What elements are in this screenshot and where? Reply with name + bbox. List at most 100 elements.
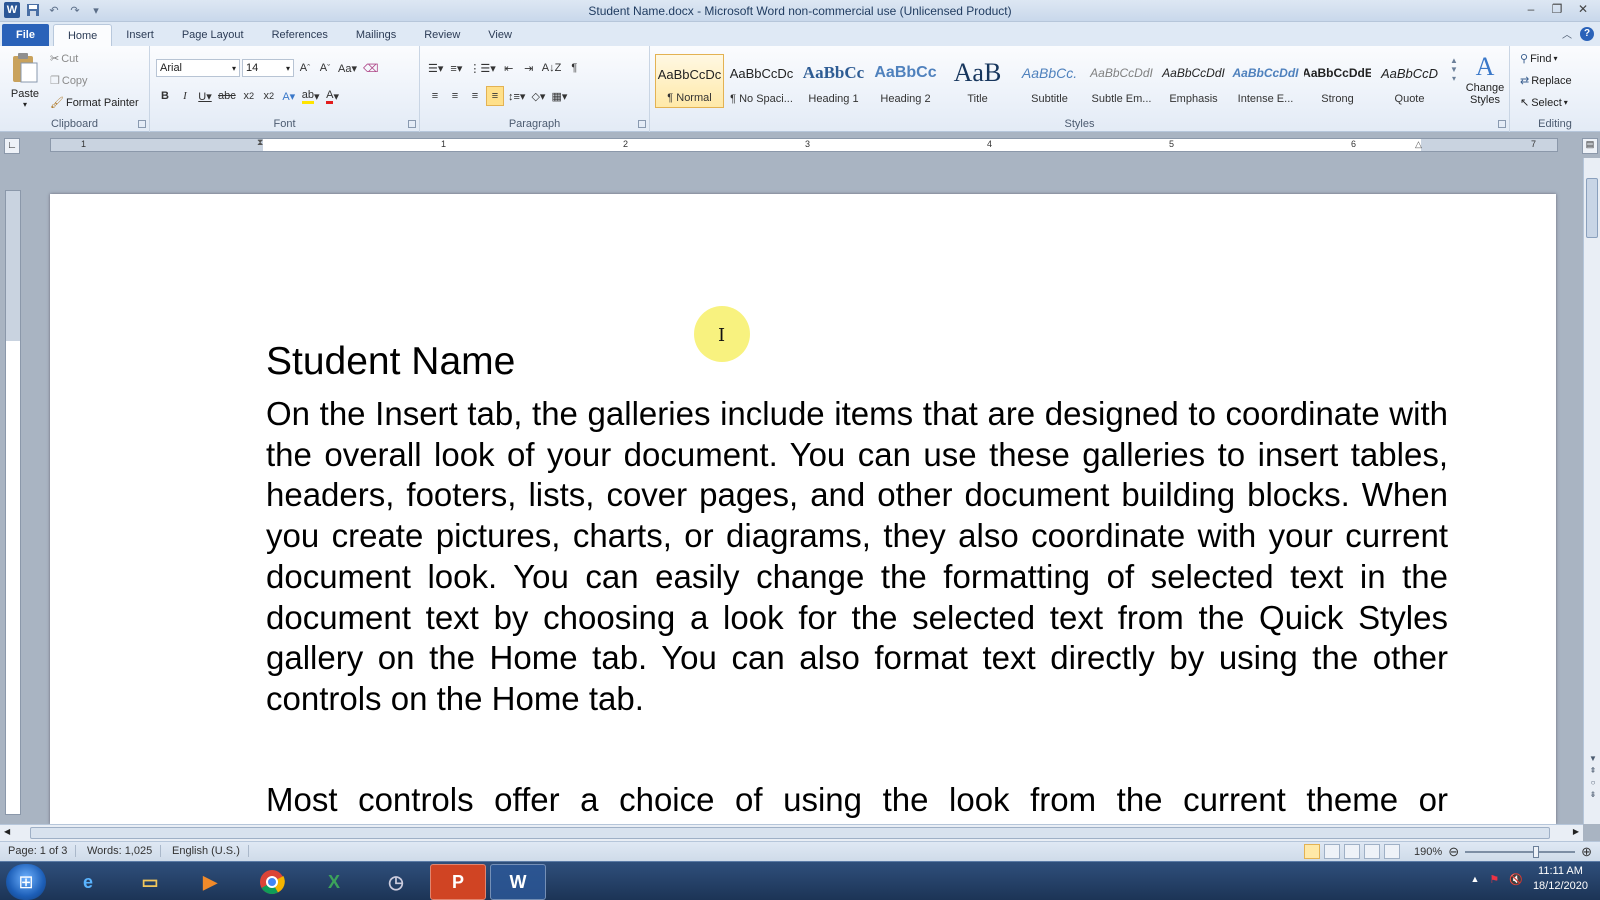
tab-mailings[interactable]: Mailings (342, 24, 410, 46)
print-layout-icon[interactable] (1304, 844, 1320, 859)
document-heading[interactable]: Student Name (266, 340, 515, 384)
horizontal-scroll-thumb[interactable] (30, 827, 1550, 839)
dialog-launcher-icon[interactable] (1498, 120, 1506, 128)
format-painter-button[interactable]: 🖌 Format Painter (50, 96, 139, 110)
grow-font-icon[interactable]: Aˆ (296, 58, 314, 78)
dialog-launcher-icon[interactable] (138, 120, 146, 128)
style-quote[interactable]: AaBbCcD Quote (1375, 54, 1444, 108)
style-subtle-emphasis[interactable]: AaBbCcDdI Subtle Em... (1087, 54, 1156, 108)
font-size-combo[interactable]: 14 ▾ (242, 59, 294, 77)
multilevel-list-icon[interactable]: ⋮☰▾ (467, 58, 497, 78)
align-center-icon[interactable]: ≡ (446, 86, 464, 106)
align-left-icon[interactable]: ≡ (426, 86, 444, 106)
find-button[interactable]: ⚲ Find ▾ (1520, 52, 1557, 66)
powerpoint-icon[interactable]: P (430, 864, 486, 900)
clock[interactable]: 11:11 AM 18/12/2020 (1533, 864, 1588, 894)
tab-page-layout[interactable]: Page Layout (168, 24, 258, 46)
draft-view-icon[interactable] (1384, 844, 1400, 859)
more-styles-icon[interactable]: ▾ (1452, 74, 1456, 83)
document-paragraph[interactable]: Most controls offer a choice of using th… (266, 780, 1448, 821)
indent-marker-icon[interactable]: ⧗ (257, 137, 263, 148)
clear-formatting-icon[interactable]: ⌫ (361, 58, 381, 78)
justify-icon[interactable]: ≡ (486, 86, 504, 106)
select-button[interactable]: ↖ Select ▾ (1520, 96, 1568, 110)
zoom-level[interactable]: 190% (1414, 846, 1442, 858)
horizontal-ruler[interactable]: 1 1 2 3 4 5 6 7 ⧗ △ (50, 137, 1558, 152)
tab-selector-icon[interactable]: ∟ (4, 138, 20, 154)
full-screen-reading-icon[interactable] (1324, 844, 1340, 859)
increase-indent-icon[interactable]: ⇥ (520, 58, 538, 78)
copy-button[interactable]: ❐ Copy (50, 74, 88, 88)
shading-icon[interactable]: ◇▾ (529, 86, 547, 106)
cut-button[interactable]: ✂ Cut (50, 52, 78, 66)
style-heading-2[interactable]: AaBbCc Heading 2 (871, 54, 940, 108)
decrease-indent-icon[interactable]: ⇤ (500, 58, 518, 78)
close-icon[interactable]: ✕ (1570, 0, 1596, 18)
minimize-ribbon-icon[interactable]: ︿ (1562, 26, 1572, 41)
restore-icon[interactable]: ❐ (1544, 0, 1570, 18)
scroll-right-icon[interactable]: ▶ (1573, 827, 1579, 836)
dialog-launcher-icon[interactable] (638, 120, 646, 128)
media-player-icon[interactable]: ▶ (182, 864, 238, 900)
line-spacing-icon[interactable]: ↕≡▾ (506, 86, 527, 106)
document-page[interactable]: Student Name On the Insert tab, the gall… (50, 194, 1556, 824)
minimize-icon[interactable]: – (1518, 0, 1544, 18)
bullets-icon[interactable]: ☰▾ (426, 58, 445, 78)
underline-icon[interactable]: U▾ (196, 86, 214, 106)
numbering-icon[interactable]: ≡▾ (447, 58, 465, 78)
previous-page-icon[interactable]: ⇞ (1590, 766, 1597, 775)
document-paragraph[interactable]: On the Insert tab, the galleries include… (266, 394, 1448, 720)
align-right-icon[interactable]: ≡ (466, 86, 484, 106)
word-taskbar-icon[interactable]: W (490, 864, 546, 900)
chevron-up-icon[interactable]: ▲ (1450, 56, 1458, 65)
language-indicator[interactable]: English (U.S.) (172, 845, 249, 857)
clock-app-icon[interactable]: ◷ (368, 864, 424, 900)
show-formatting-icon[interactable]: ¶ (565, 58, 583, 78)
replace-button[interactable]: ⇄ Replace (1520, 74, 1572, 88)
superscript-icon[interactable]: x2 (260, 86, 278, 106)
style-intense-emphasis[interactable]: AaBbCcDdI Intense E... (1231, 54, 1300, 108)
tab-references[interactable]: References (258, 24, 342, 46)
web-layout-icon[interactable] (1344, 844, 1360, 859)
highlight-icon[interactable]: ab ▾ (300, 86, 322, 106)
paste-button[interactable]: Paste ▾ (6, 52, 44, 112)
zoom-slider-knob[interactable] (1533, 846, 1540, 858)
font-color-icon[interactable]: A ▾ (324, 86, 342, 106)
tab-home[interactable]: Home (52, 24, 113, 46)
word-count[interactable]: Words: 1,025 (87, 845, 162, 857)
vertical-scroll-thumb[interactable] (1586, 178, 1598, 238)
tab-view[interactable]: View (474, 24, 526, 46)
style-title[interactable]: AaB Title (943, 54, 1012, 108)
bold-icon[interactable]: B (156, 86, 174, 106)
next-page-icon[interactable]: ⇟ (1590, 790, 1597, 799)
style-subtitle[interactable]: AaBbCc. Subtitle (1015, 54, 1084, 108)
scroll-left-icon[interactable]: ◀ (4, 827, 10, 836)
file-explorer-icon[interactable]: ▭ (122, 864, 178, 900)
browse-object-icon[interactable]: ○ (1591, 778, 1596, 787)
tab-file[interactable]: File (2, 24, 49, 46)
outline-view-icon[interactable] (1364, 844, 1380, 859)
right-indent-marker-icon[interactable]: △ (1415, 139, 1422, 150)
text-effects-icon[interactable]: A▾ (280, 86, 298, 106)
style-no-spacing[interactable]: AaBbCcDc ¶ No Spaci... (727, 54, 796, 108)
help-icon[interactable]: ? (1580, 26, 1594, 41)
internet-explorer-icon[interactable]: e (60, 864, 116, 900)
shrink-font-icon[interactable]: Aˇ (316, 58, 334, 78)
zoom-slider[interactable] (1465, 846, 1576, 858)
view-ruler-icon[interactable]: ▤ (1582, 138, 1598, 154)
dialog-launcher-icon[interactable] (408, 120, 416, 128)
vertical-scrollbar[interactable]: ▼ ⇞ ○ ⇟ (1583, 158, 1600, 824)
scroll-down-icon[interactable]: ▼ (1589, 754, 1597, 763)
style-normal[interactable]: AaBbCcDc ¶ Normal (655, 54, 724, 108)
zoom-out-icon[interactable]: ⊖ (1448, 844, 1459, 860)
sort-icon[interactable]: A↓Z (540, 58, 564, 78)
zoom-in-icon[interactable]: ⊕ (1581, 844, 1592, 860)
chevron-down-icon[interactable]: ▼ (1450, 65, 1458, 74)
chrome-icon[interactable] (244, 864, 300, 900)
horizontal-scrollbar[interactable]: ◀ ▶ (0, 824, 1583, 841)
show-hidden-icons-icon[interactable]: ▲ (1470, 874, 1479, 884)
italic-icon[interactable]: I (176, 86, 194, 106)
volume-muted-icon[interactable]: 🔇 (1509, 873, 1523, 886)
page-count[interactable]: Page: 1 of 3 (8, 845, 77, 857)
excel-icon[interactable]: X (306, 864, 362, 900)
